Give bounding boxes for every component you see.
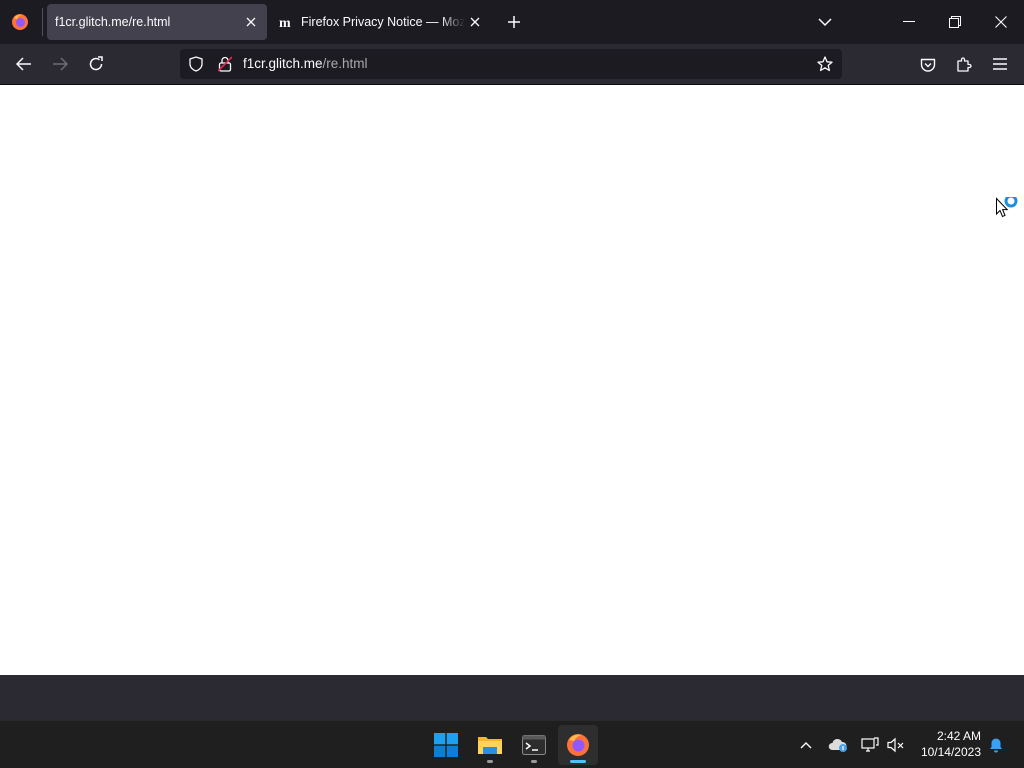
new-tab-icon[interactable] [502,10,526,34]
tab-strip: f1cr.glitch.me/re.html m Firefox Privacy… [0,0,1024,44]
navigation-toolbar: f1cr.glitch.me/re.html [0,44,1024,84]
url-text[interactable]: f1cr.glitch.me/re.html [243,56,368,71]
app-running-indicator [487,760,493,763]
notifications-bell-icon[interactable] [986,735,1006,755]
pocket-icon[interactable] [914,52,942,78]
reload-icon[interactable] [82,50,110,78]
tab-active[interactable]: f1cr.glitch.me/re.html [47,4,267,40]
close-window-icon[interactable] [978,6,1024,38]
busy-cursor-icon [995,197,1019,221]
onedrive-cloud-icon[interactable] [827,735,849,755]
window-bottom-strip [0,675,1024,720]
app-active-indicator [570,760,586,763]
network-icon[interactable] [859,735,881,755]
windows-start-icon[interactable] [426,725,466,765]
list-all-tabs-icon[interactable] [813,10,837,34]
back-icon[interactable] [10,50,38,78]
file-explorer-icon[interactable] [470,725,510,765]
system-clock[interactable]: 2:42 AM 10/14/2023 [921,728,981,760]
tracking-protection-shield-icon[interactable] [188,56,204,72]
url-path: /re.html [322,56,368,71]
volume-muted-icon[interactable] [885,735,907,755]
mozilla-m-icon: m [279,14,295,30]
firefox-taskbar-icon[interactable] [558,725,598,765]
windows-taskbar: 2:42 AM 10/14/2023 [0,720,1024,768]
url-host: f1cr.glitch.me [243,56,323,71]
svg-text:m: m [279,16,291,29]
bookmark-star-icon[interactable] [816,55,834,73]
forward-icon [46,50,74,78]
app-running-indicator [531,760,537,763]
url-bar[interactable]: f1cr.glitch.me/re.html [180,49,842,79]
restore-icon[interactable] [932,6,978,38]
close-tab-icon[interactable] [465,12,485,32]
extensions-puzzle-icon[interactable] [950,51,978,77]
clock-time: 2:42 AM [936,729,981,743]
show-hidden-icons-chevron-up-icon[interactable] [796,735,816,755]
tab-privacy-notice[interactable]: m Firefox Privacy Notice — Mozilla [271,4,491,40]
terminal-icon[interactable] [514,725,554,765]
tab-separator [42,8,43,36]
clock-date: 10/14/2023 [920,745,981,759]
tab-title: f1cr.glitch.me/re.html [55,15,171,29]
close-tab-icon[interactable] [241,12,261,32]
firefox-view-icon[interactable] [8,10,32,34]
app-menu-hamburger-icon[interactable] [986,51,1014,77]
insecure-lock-icon[interactable] [217,55,233,73]
tab-title: Firefox Privacy Notice — Mozilla [301,15,465,29]
minimize-icon[interactable] [886,6,932,38]
page-content-area[interactable] [0,85,1024,675]
